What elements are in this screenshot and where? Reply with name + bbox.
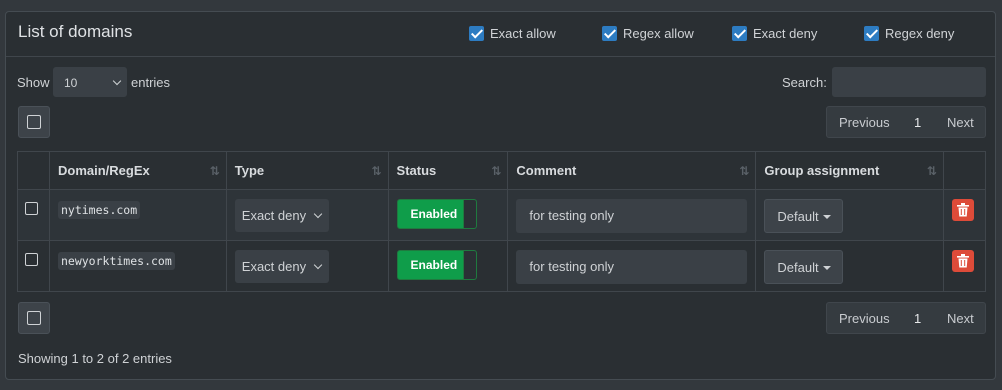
domains-panel: List of domains Exact allow Regex allow …: [5, 11, 996, 380]
next-button[interactable]: Next: [947, 115, 974, 130]
panel-title: List of domains: [18, 22, 133, 41]
trash-icon: [956, 203, 969, 217]
sort-icon: ⇅: [491, 164, 501, 178]
caret-down-icon: [823, 266, 832, 270]
status-toggle[interactable]: Enabled: [396, 199, 477, 229]
panel-header: List of domains Exact allow Regex allow …: [6, 12, 995, 57]
page-1-button[interactable]: 1: [914, 115, 921, 130]
checkbox-checked-icon[interactable]: [602, 25, 617, 41]
table-row: nytimes.com Exact deny Enabled for testi…: [17, 189, 987, 241]
comment-input[interactable]: for testing only: [516, 250, 748, 284]
chevron-down-icon: [112, 76, 122, 86]
toggle-knob: [462, 200, 476, 228]
toggle-knob: [462, 251, 476, 279]
filter-regex-deny[interactable]: Regex deny: [864, 24, 954, 42]
filter-label: Regex deny: [885, 25, 955, 41]
sort-icon: ⇅: [209, 164, 220, 178]
table-info: Showing 1 to 2 of 2 entries: [18, 351, 172, 366]
filter-regex-allow[interactable]: Regex allow: [602, 24, 694, 42]
column-header-status[interactable]: Status ⇅: [387, 151, 509, 190]
group-assignment-button[interactable]: Default: [764, 250, 844, 284]
type-select[interactable]: Exact deny: [234, 250, 329, 283]
column-header-type[interactable]: Type ⇅: [225, 151, 389, 190]
row-checkbox[interactable]: [25, 253, 38, 266]
show-label: Show: [17, 75, 50, 90]
group-assignment-button[interactable]: Default: [764, 199, 844, 233]
search-input[interactable]: [832, 67, 986, 97]
square-icon: [27, 115, 41, 129]
type-select[interactable]: Exact deny: [234, 199, 329, 232]
entries-length-value: 10: [64, 76, 78, 90]
comment-input[interactable]: for testing only: [516, 199, 748, 233]
domain-value: newyorktimes.com: [57, 252, 175, 270]
filter-label: Exact deny: [753, 25, 818, 41]
search-label: Search:: [782, 75, 827, 90]
delete-button[interactable]: [951, 250, 974, 272]
square-icon: [27, 311, 41, 325]
checkbox-checked-icon[interactable]: [469, 25, 484, 41]
delete-button[interactable]: [951, 199, 974, 221]
caret-down-icon: [823, 215, 832, 219]
column-header-group[interactable]: Group assignment ⇅: [755, 151, 944, 190]
checkbox-checked-icon[interactable]: [732, 25, 747, 41]
filter-label: Exact allow: [490, 25, 556, 41]
trash-icon: [956, 254, 969, 268]
pagination-bottom: Previous 1 Next: [826, 302, 986, 334]
filter-label: Regex allow: [623, 25, 694, 41]
page-1-button[interactable]: 1: [914, 311, 921, 326]
next-button[interactable]: Next: [947, 311, 974, 326]
column-header-select: [17, 151, 50, 190]
select-all-button[interactable]: [18, 106, 50, 138]
select-all-button-bottom[interactable]: [18, 302, 50, 334]
domains-table: Domain/RegEx ⇅ Type ⇅ Status ⇅ Comment ⇅ Gro…: [17, 151, 987, 292]
checkbox-checked-icon[interactable]: [864, 25, 879, 41]
pagination-top: Previous 1 Next: [826, 106, 986, 138]
entries-label: entries: [131, 75, 171, 90]
sort-icon: ⇅: [739, 164, 749, 178]
filter-exact-allow[interactable]: Exact allow: [469, 24, 556, 42]
column-header-comment[interactable]: Comment ⇅: [507, 151, 757, 190]
column-header-actions: [942, 151, 987, 190]
row-checkbox[interactable]: [25, 202, 38, 215]
chevron-down-icon: [313, 209, 323, 219]
table-row: newyorktimes.com Exact deny Enabled for …: [17, 240, 987, 292]
domain-value: nytimes.com: [57, 201, 141, 219]
column-header-domain[interactable]: Domain/RegEx ⇅: [48, 151, 227, 190]
table-header-row: Domain/RegEx ⇅ Type ⇅ Status ⇅ Comment ⇅ Gro…: [17, 151, 987, 190]
previous-button[interactable]: Previous: [839, 311, 890, 326]
sort-icon: ⇅: [371, 164, 381, 178]
chevron-down-icon: [313, 260, 323, 270]
filter-exact-deny[interactable]: Exact deny: [732, 24, 817, 42]
previous-button[interactable]: Previous: [839, 115, 890, 130]
status-toggle[interactable]: Enabled: [396, 250, 477, 280]
sort-icon: ⇅: [926, 164, 937, 178]
entries-length-select[interactable]: 10: [53, 67, 127, 97]
